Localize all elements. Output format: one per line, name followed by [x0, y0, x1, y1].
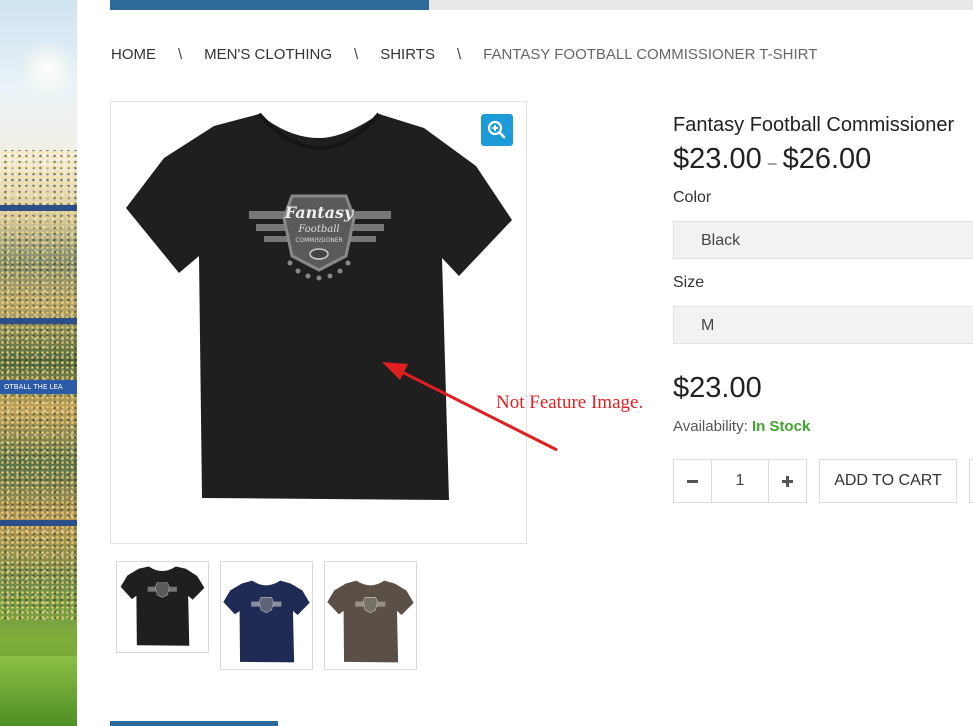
breadcrumb-home[interactable]: HOME: [111, 46, 156, 63]
thumbnail-tshirt-image: [223, 580, 310, 663]
stock-status: In Stock: [751, 418, 811, 435]
thumbnail-tshirt-image: [120, 566, 205, 646]
color-label: Color: [673, 189, 712, 206]
breadcrumb-shirts[interactable]: SHIRTS: [380, 46, 435, 63]
size-select[interactable]: M: [673, 306, 973, 344]
price-range: $23.00– $26.00: [673, 143, 871, 176]
progress-bar: [110, 0, 973, 10]
color-select[interactable]: Black: [673, 221, 973, 259]
color-select-value: Black: [701, 232, 741, 249]
stadium-banner: OTBALL THE LEA: [0, 380, 77, 394]
thumbnail-brown[interactable]: [324, 561, 417, 670]
wishlist-button[interactable]: [969, 459, 973, 503]
thumbnail-navy[interactable]: [220, 561, 313, 670]
availability-label: Availability:: [673, 418, 748, 435]
logo-line-1: Fantasy: [284, 203, 355, 222]
breadcrumb-mens-clothing[interactable]: MEN'S CLOTHING: [204, 46, 332, 63]
bottom-tab-indicator: [110, 721, 278, 726]
quantity-plus-button[interactable]: [768, 460, 806, 502]
selected-price: $23.00: [673, 372, 762, 404]
size-label: Size: [673, 274, 705, 291]
stadium-background-image: OTBALL THE LEA: [0, 0, 77, 726]
zoom-button[interactable]: [481, 114, 513, 146]
price-from: $23.00: [673, 143, 762, 175]
price-dash: –: [767, 155, 777, 172]
quantity-input[interactable]: 1: [711, 460, 769, 502]
breadcrumb-current: FANTASY FOOTBALL COMMISSIONER T-SHIRT: [483, 46, 818, 63]
availability: Availability: In Stock: [673, 418, 810, 435]
zoom-in-icon: [487, 120, 506, 139]
breadcrumb: HOME \ MEN'S CLOTHING \ SHIRTS \ FANTASY FOOTB…: [111, 46, 817, 63]
size-select-value: M: [701, 317, 715, 334]
breadcrumb-separator: \: [354, 46, 359, 63]
breadcrumb-separator: \: [456, 46, 462, 63]
logo-line-3: COMMISSIONER: [295, 237, 343, 244]
thumbnail-black[interactable]: [116, 561, 209, 653]
logo-line-2: Football: [297, 224, 339, 235]
progress-bar-fill: [110, 0, 430, 10]
price-to: $26.00: [782, 143, 872, 175]
quantity-stepper: 1: [673, 459, 807, 503]
product-title: Fantasy Football Commissioner: [673, 114, 955, 136]
add-to-cart-button[interactable]: ADD TO CART: [819, 459, 957, 503]
breadcrumb-separator: \: [178, 46, 183, 63]
annotation-text: Not Feature Image.: [496, 392, 644, 413]
thumbnail-tshirt-image: [327, 580, 414, 663]
quantity-minus-button[interactable]: [674, 460, 712, 502]
